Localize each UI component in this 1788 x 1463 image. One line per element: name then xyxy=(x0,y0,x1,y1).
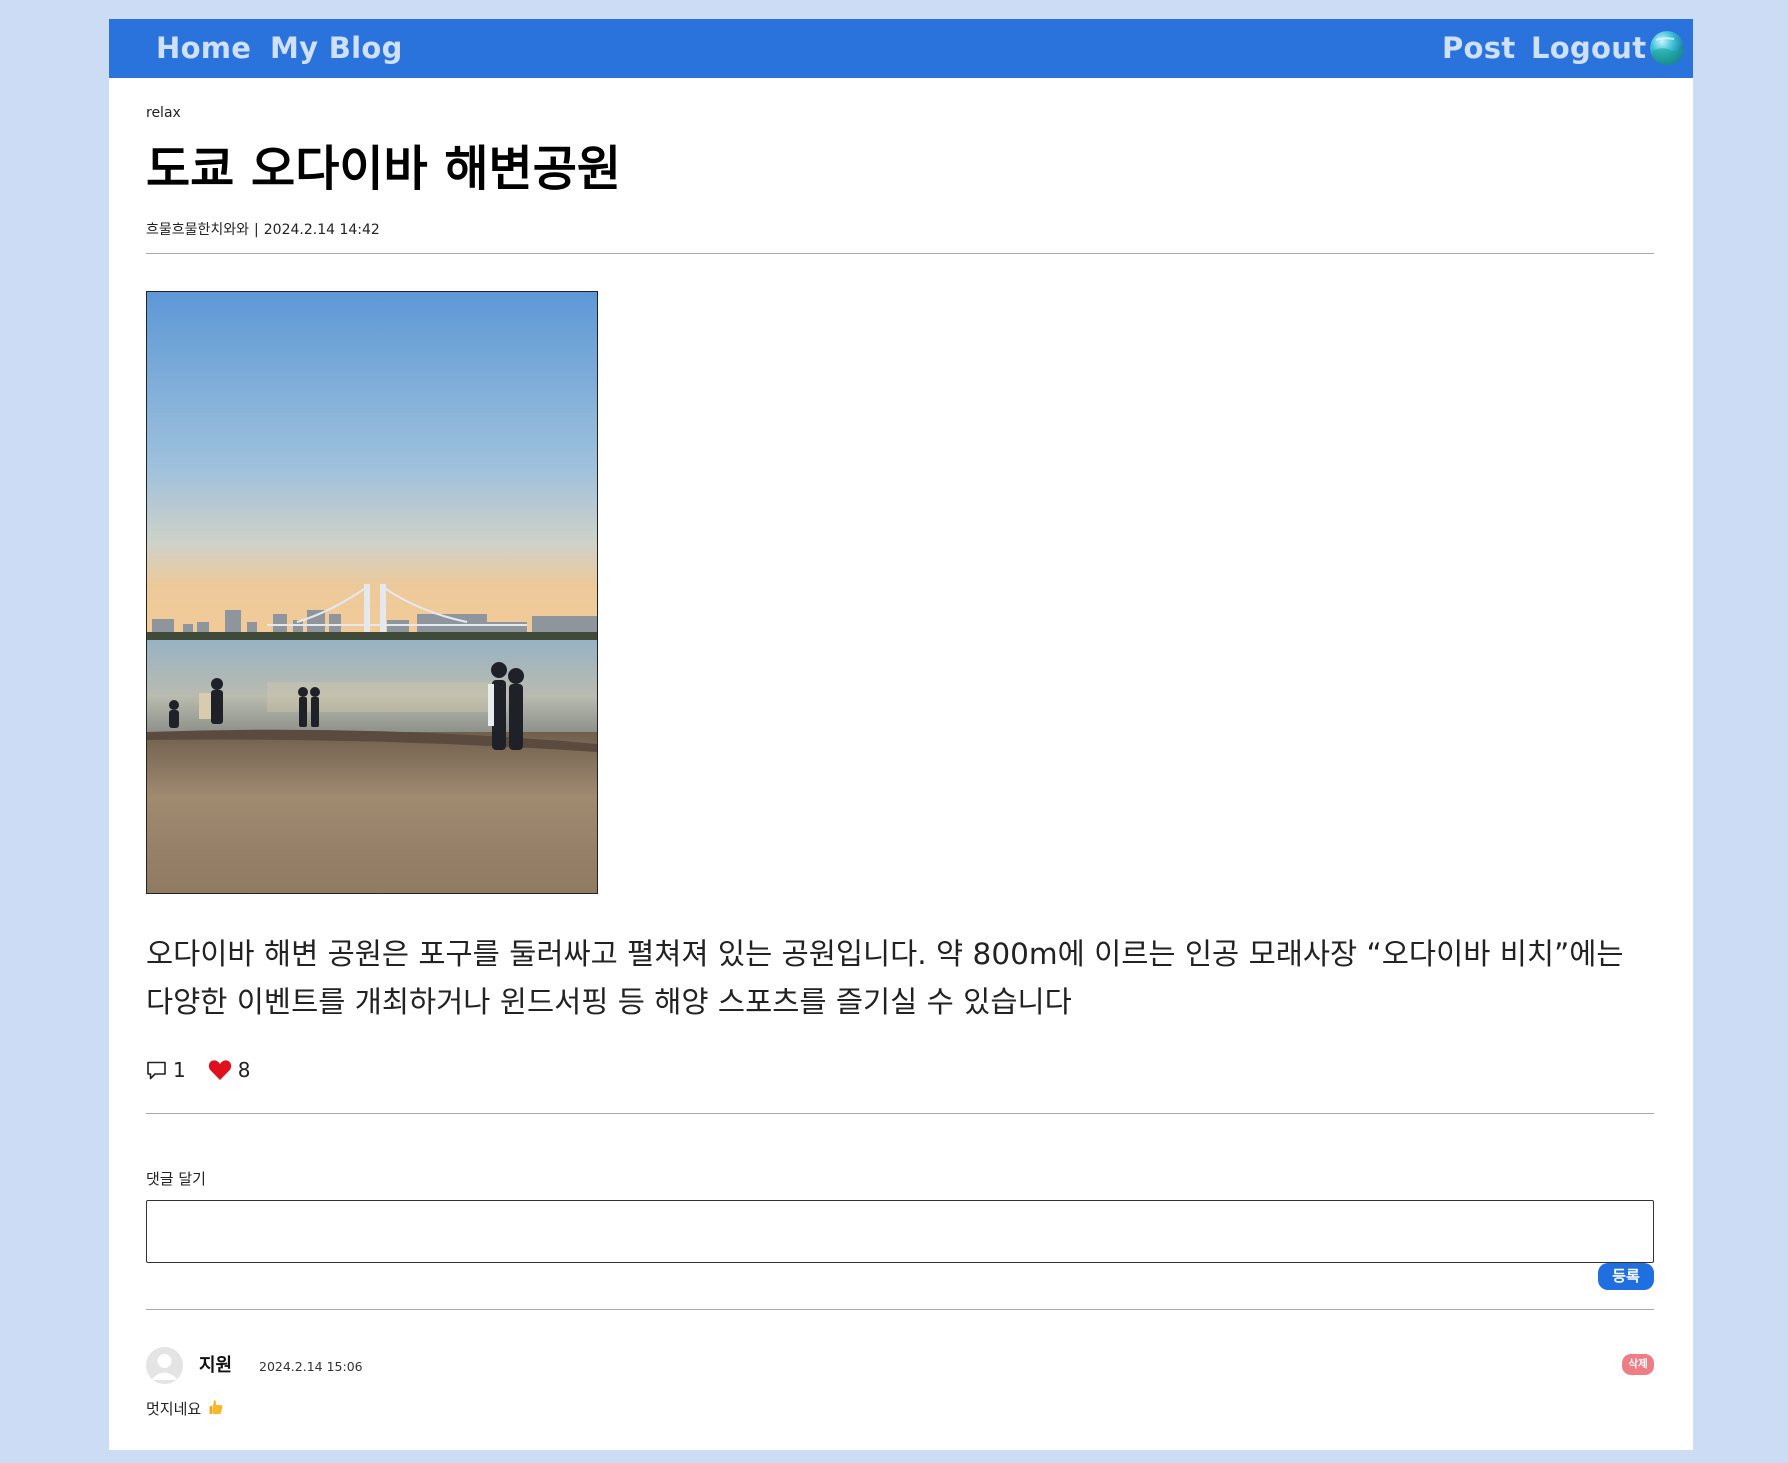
nav-myblog-link[interactable]: My Blog xyxy=(270,30,403,66)
like-button[interactable]: 8 xyxy=(208,1058,251,1082)
post-title: 도쿄 오다이바 해변공원 xyxy=(146,141,622,197)
nav-post-link[interactable]: Post xyxy=(1442,30,1516,66)
submit-comment-button[interactable]: 등록 xyxy=(1598,1263,1654,1290)
divider xyxy=(146,1113,1654,1114)
thumbs-up-icon xyxy=(209,1399,223,1420)
comment-date: 2024.2.14 15:06 xyxy=(259,1359,363,1374)
meta-separator: | xyxy=(254,222,259,238)
comment-author: 지원 xyxy=(199,1355,233,1376)
comment-body: 멋지네요 xyxy=(146,1400,202,1418)
post-stats: 1 8 xyxy=(146,1057,250,1083)
post-category[interactable]: relax xyxy=(146,104,181,122)
divider xyxy=(146,253,1654,254)
post-author: 흐물흐물한치와와 xyxy=(146,222,250,238)
nav-logout-link[interactable]: Logout xyxy=(1531,30,1646,66)
divider xyxy=(146,1309,1654,1310)
comment-count-button[interactable]: 1 xyxy=(146,1058,208,1082)
delete-comment-button[interactable]: 삭제 xyxy=(1622,1354,1654,1375)
comment-form-label: 댓글 달기 xyxy=(146,1170,206,1188)
speech-bubble-icon xyxy=(146,1060,167,1081)
nav-home-link[interactable]: Home xyxy=(156,30,251,66)
post-date: 2024.2.14 14:42 xyxy=(263,222,380,238)
post-body: 오다이바 해변 공원은 포구를 둘러싸고 펼쳐져 있는 공원입니다. 약 800… xyxy=(146,937,1624,1019)
post-meta: 흐물흐물한치와와 | 2024.2.14 14:42 xyxy=(146,221,380,239)
comment-count: 1 xyxy=(173,1058,186,1082)
post-photo xyxy=(146,291,598,894)
heart-icon xyxy=(208,1059,232,1081)
page-container: Home My Blog Post Logout relax 도쿄 오다이바 해… xyxy=(109,19,1693,1450)
profile-globe-icon[interactable] xyxy=(1650,31,1684,65)
comment-avatar xyxy=(146,1347,183,1384)
like-count: 8 xyxy=(237,1058,251,1082)
comment-input[interactable] xyxy=(146,1200,1654,1263)
comment-text: 멋지네요 xyxy=(146,1399,223,1420)
navbar: Home My Blog Post Logout xyxy=(109,19,1693,78)
